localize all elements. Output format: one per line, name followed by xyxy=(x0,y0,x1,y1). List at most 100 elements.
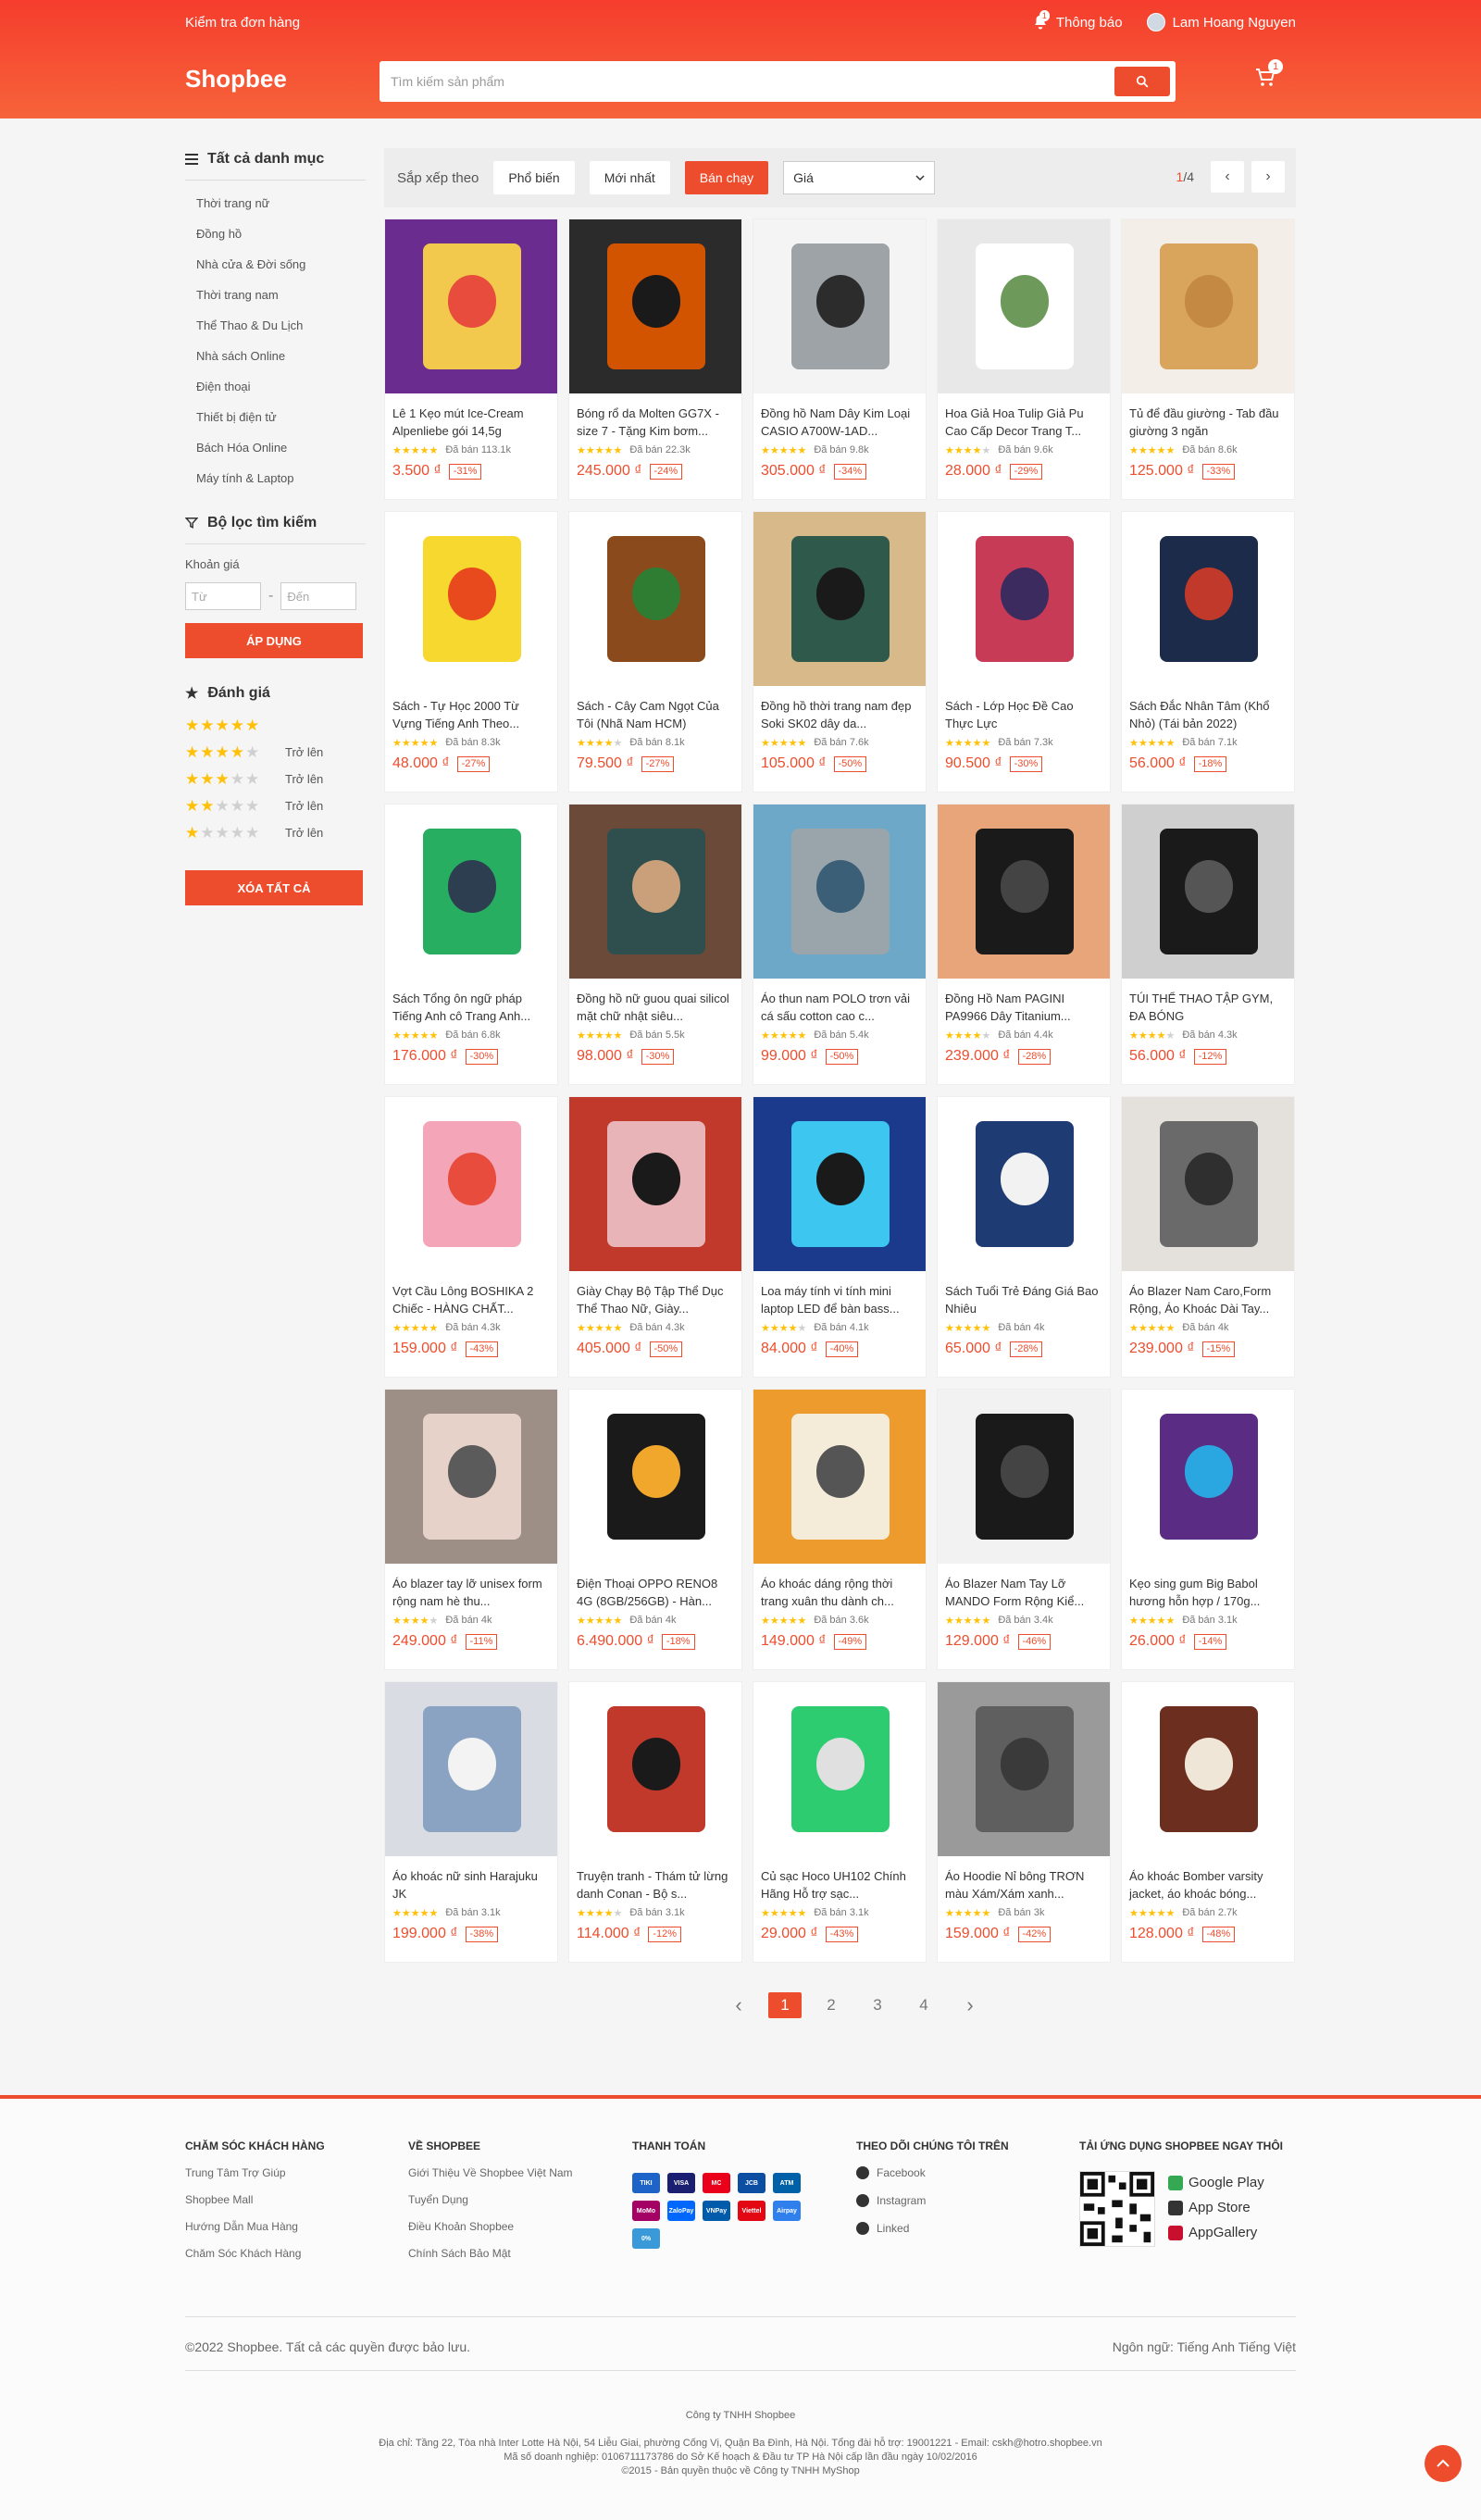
category-item[interactable]: Thời trang nam xyxy=(185,280,366,310)
follow-link[interactable]: Instagram xyxy=(856,2193,1069,2208)
product-image[interactable] xyxy=(569,512,741,686)
rating-filter-1[interactable]: ★★★★★ Trở lên xyxy=(185,819,366,846)
product-card[interactable]: Đồng hồ Nam Dây Kim Loại CASIO A700W-1AD… xyxy=(753,218,927,500)
product-image[interactable] xyxy=(385,512,557,686)
page-number-button[interactable]: 3 xyxy=(861,1992,894,2018)
product-card[interactable]: Lê 1 Kẹo mút Ice-Cream Alpenliebe gói 14… xyxy=(384,218,558,500)
product-card[interactable]: Áo Hoodie Nỉ bông TRƠN màu Xám/Xám xanh.… xyxy=(937,1681,1111,1963)
app-store-link[interactable]: Google Play xyxy=(1168,2175,1264,2190)
product-image[interactable] xyxy=(938,1682,1110,1856)
product-card[interactable]: Áo Blazer Nam Tay Lỡ MANDO Form Rộng Kiể… xyxy=(937,1389,1111,1670)
product-image[interactable] xyxy=(938,805,1110,979)
product-image[interactable] xyxy=(385,805,557,979)
product-card[interactable]: Sách - Tự Học 2000 Từ Vựng Tiếng Anh The… xyxy=(384,511,558,792)
product-image[interactable] xyxy=(753,1390,926,1564)
category-item[interactable]: Thiết bị điện tử xyxy=(185,402,366,432)
category-item[interactable]: Nhà cửa & Đời sống xyxy=(185,249,366,280)
product-card[interactable]: Tủ để đầu giường - Tab đầu giường 3 ngăn… xyxy=(1121,218,1295,500)
product-image[interactable] xyxy=(938,219,1110,393)
product-card[interactable]: Áo khoác nữ sinh Harajuku JK ★★★★★ Đã bán … xyxy=(384,1681,558,1963)
rating-filter-5[interactable]: ★★★★★ xyxy=(185,712,366,739)
prev-page-button[interactable]: ‹ xyxy=(1211,161,1244,193)
product-image[interactable] xyxy=(1122,1390,1294,1564)
product-card[interactable]: Sách - Lớp Học Đề Cao Thực Lực ★★★★★ Đã bá… xyxy=(937,511,1111,792)
product-image[interactable] xyxy=(1122,1097,1294,1271)
sort-option-button[interactable]: Mới nhất xyxy=(589,161,670,194)
product-image[interactable] xyxy=(1122,512,1294,686)
product-card[interactable]: Củ sạc Hoco UH102 Chính Hãng Hỗ trợ sạc.… xyxy=(753,1681,927,1963)
clear-all-button[interactable]: XÓA TẤT CẢ xyxy=(185,870,363,905)
category-item[interactable]: Máy tính & Laptop xyxy=(185,463,366,493)
sort-option-button[interactable]: Bán chạy xyxy=(684,161,769,194)
customer-care-link[interactable]: Chăm Sóc Khách Hàng xyxy=(185,2247,398,2260)
user-menu[interactable]: Lam Hoang Nguyen xyxy=(1146,13,1296,31)
product-image[interactable] xyxy=(385,219,557,393)
product-image[interactable] xyxy=(1122,219,1294,393)
product-card[interactable]: Vợt Cầu Lông BOSHIKA 2 Chiếc - HÀNG CHẤT… xyxy=(384,1096,558,1378)
product-image[interactable] xyxy=(569,1682,741,1856)
category-item[interactable]: Thể Thao & Du Lịch xyxy=(185,310,366,341)
product-image[interactable] xyxy=(753,1097,926,1271)
app-store-link[interactable]: App Store xyxy=(1168,2200,1264,2215)
about-link[interactable]: Giới Thiệu Về Shopbee Việt Nam xyxy=(408,2166,621,2179)
product-image[interactable] xyxy=(1122,805,1294,979)
price-from-input[interactable] xyxy=(185,582,261,610)
pagination-prev-button[interactable]: ‹ xyxy=(722,1992,755,2018)
cart-button[interactable]: 1 xyxy=(1254,59,1284,94)
product-card[interactable]: Đồng hồ thời trang nam đẹp Soki SK02 dây… xyxy=(753,511,927,792)
product-card[interactable]: Sách - Cây Cam Ngọt Của Tôi (Nhã Nam HCM… xyxy=(568,511,742,792)
product-card[interactable]: Áo Blazer Nam Caro,Form Rộng, Áo Khoác D… xyxy=(1121,1096,1295,1378)
notifications-link[interactable]: 1 Thông báo xyxy=(1032,10,1123,31)
pagination-next-button[interactable]: › xyxy=(953,1992,987,2018)
about-link[interactable]: Điều Khoản Shopbee xyxy=(408,2220,621,2233)
customer-care-link[interactable]: Shopbee Mall xyxy=(185,2193,398,2206)
product-card[interactable]: Sách Tuổi Trẻ Đáng Giá Bao Nhiêu ★★★★★ Đã … xyxy=(937,1096,1111,1378)
product-card[interactable]: Áo thun nam POLO trơn vải cá sấu cotton … xyxy=(753,804,927,1085)
product-card[interactable]: Kẹo sing gum Big Babol hương hỗn hợp / 1… xyxy=(1121,1389,1295,1670)
product-image[interactable] xyxy=(938,1390,1110,1564)
category-item[interactable]: Điện thoại xyxy=(185,371,366,402)
category-item[interactable]: Nhà sách Online xyxy=(185,341,366,371)
product-card[interactable]: TÚI THỂ THAO TẬP GYM, ĐA BÓNG ★★★★★ Đã bán… xyxy=(1121,804,1295,1085)
follow-link[interactable]: Facebook xyxy=(856,2165,1069,2180)
product-card[interactable]: Sách Tổng ôn ngữ pháp Tiếng Anh cô Trang… xyxy=(384,804,558,1085)
next-page-button[interactable]: › xyxy=(1251,161,1285,193)
product-card[interactable]: Sách Đắc Nhân Tâm (Khổ Nhỏ) (Tái bản 202… xyxy=(1121,511,1295,792)
product-image[interactable] xyxy=(753,512,926,686)
product-image[interactable] xyxy=(753,1682,926,1856)
product-image[interactable] xyxy=(569,805,741,979)
product-card[interactable]: Hoa Giả Hoa Tulip Giả Pu Cao Cấp Decor T… xyxy=(937,218,1111,500)
product-card[interactable]: Loa máy tính vi tính mini laptop LED để … xyxy=(753,1096,927,1378)
product-image[interactable] xyxy=(385,1390,557,1564)
customer-care-link[interactable]: Trung Tâm Trợ Giúp xyxy=(185,2166,398,2179)
rating-filter-3[interactable]: ★★★★★ Trở lên xyxy=(185,766,366,792)
product-card[interactable]: Áo blazer tay lỡ unisex form rộng nam hè… xyxy=(384,1389,558,1670)
search-input[interactable] xyxy=(391,61,1094,102)
page-number-button[interactable]: 4 xyxy=(907,1992,940,2018)
shop-logo[interactable]: Shopbee xyxy=(185,65,287,94)
product-card[interactable]: Áo khoác Bomber varsity jacket, áo khoác… xyxy=(1121,1681,1295,1963)
category-item[interactable]: Thời trang nữ xyxy=(185,188,366,218)
search-button[interactable] xyxy=(1114,67,1170,96)
product-card[interactable]: Bóng rổ da Molten GG7X - size 7 - Tặng K… xyxy=(568,218,742,500)
product-card[interactable]: Giày Chạy Bộ Tập Thể Dục Thể Thao Nữ, Gi… xyxy=(568,1096,742,1378)
follow-link[interactable]: Linked xyxy=(856,2221,1069,2236)
product-image[interactable] xyxy=(385,1097,557,1271)
apply-button[interactable]: ÁP DỤNG xyxy=(185,623,363,658)
page-number-button[interactable]: 1 xyxy=(768,1992,802,2018)
product-image[interactable] xyxy=(753,805,926,979)
product-image[interactable] xyxy=(569,1390,741,1564)
app-store-link[interactable]: AppGallery xyxy=(1168,2225,1264,2240)
customer-care-link[interactable]: Hướng Dẫn Mua Hàng xyxy=(185,2220,398,2233)
product-card[interactable]: Áo khoác dáng rộng thời trang xuân thu d… xyxy=(753,1389,927,1670)
product-card[interactable]: Đồng Hồ Nam PAGINI PA9966 Dây Titanium..… xyxy=(937,804,1111,1085)
product-card[interactable]: Điện Thoại OPPO RENO8 4G (8GB/256GB) - H… xyxy=(568,1389,742,1670)
sort-option-button[interactable]: Phổ biến xyxy=(493,161,575,194)
product-image[interactable] xyxy=(938,1097,1110,1271)
price-to-input[interactable] xyxy=(280,582,357,610)
language-selector[interactable]: Ngôn ngữ: Tiếng Anh Tiếng Việt xyxy=(1113,2339,1296,2354)
category-item[interactable]: Đồng hồ xyxy=(185,218,366,249)
product-card[interactable]: Đồng hồ nữ guou quai silicol mặt chữ nhậ… xyxy=(568,804,742,1085)
product-image[interactable] xyxy=(569,1097,741,1271)
track-orders-link[interactable]: Kiểm tra đơn hàng xyxy=(185,15,300,31)
